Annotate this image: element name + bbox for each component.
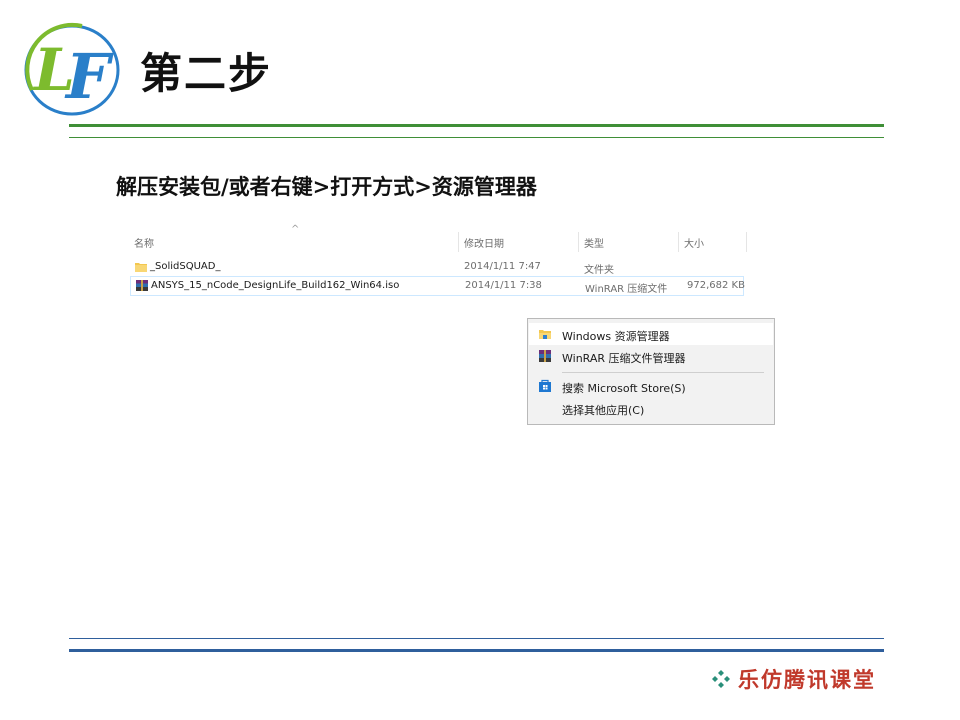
file-type: 文件夹 — [584, 265, 614, 276]
microsoft-store-icon — [539, 379, 551, 392]
sort-ascending-icon[interactable]: ^ — [291, 224, 299, 235]
file-name: ANSYS_15_nCode_DesignLife_Build162_Win64… — [151, 280, 400, 291]
file-explorer-list: ^ 名称 修改日期 类型 大小 _SolidSQUAD_ 2014/1/11 7… — [118, 222, 758, 302]
file-date: 2014/1/11 7:38 — [465, 280, 542, 291]
instruction-text: 解压安装包/或者右键>打开方式>资源管理器 — [116, 174, 537, 199]
svg-text:F: F — [64, 40, 114, 113]
open-with-menu: Windows 资源管理器 WinRAR 压缩文件管理器 搜索 Microsof… — [527, 318, 775, 425]
file-date: 2014/1/11 7:47 — [464, 261, 541, 272]
menu-item-microsoft-store[interactable]: 搜索 Microsoft Store(S) — [529, 375, 773, 397]
file-explorer-icon — [539, 330, 551, 339]
footer-rule-thin — [69, 638, 884, 639]
menu-item-windows-explorer[interactable]: Windows 资源管理器 — [529, 323, 773, 345]
folder-icon — [135, 263, 147, 272]
menu-item-choose-other-app[interactable]: 选择其他应用(C) — [529, 397, 773, 419]
footer-rule-thick — [69, 649, 884, 652]
header-rule-thick — [69, 124, 884, 127]
file-type: WinRAR 压缩文件 — [585, 284, 668, 295]
column-divider[interactable] — [578, 232, 579, 252]
header-rule-thin — [69, 137, 884, 138]
column-header-name[interactable]: 名称 — [134, 235, 154, 250]
file-row-folder[interactable]: _SolidSQUAD_ 2014/1/11 7:47 文件夹 — [130, 258, 742, 276]
winrar-archive-icon — [136, 280, 148, 291]
lf-logo: L F — [22, 20, 122, 120]
menu-item-label: Windows 资源管理器 — [562, 330, 670, 343]
winrar-icon — [539, 350, 551, 362]
file-size: 972,682 KB — [687, 280, 745, 291]
column-header-type[interactable]: 类型 — [584, 235, 604, 250]
column-divider[interactable] — [458, 232, 459, 252]
menu-item-label: WinRAR 压缩文件管理器 — [562, 352, 686, 365]
column-header-date[interactable]: 修改日期 — [464, 235, 504, 250]
menu-separator — [562, 372, 764, 373]
file-row-iso[interactable]: ANSYS_15_nCode_DesignLife_Build162_Win64… — [130, 276, 745, 296]
slide-title: 第二步 — [140, 49, 273, 98]
menu-item-label: 搜索 Microsoft Store(S) — [562, 382, 686, 395]
diamond-cluster-icon — [712, 670, 730, 688]
menu-item-label: 选择其他应用(C) — [562, 404, 645, 417]
column-divider[interactable] — [746, 232, 747, 252]
menu-item-winrar[interactable]: WinRAR 压缩文件管理器 — [529, 345, 773, 367]
column-divider[interactable] — [678, 232, 679, 252]
column-header-size[interactable]: 大小 — [684, 235, 704, 250]
file-name: _SolidSQUAD_ — [150, 261, 221, 272]
brand-name: 乐仿腾讯课堂 — [738, 667, 876, 692]
